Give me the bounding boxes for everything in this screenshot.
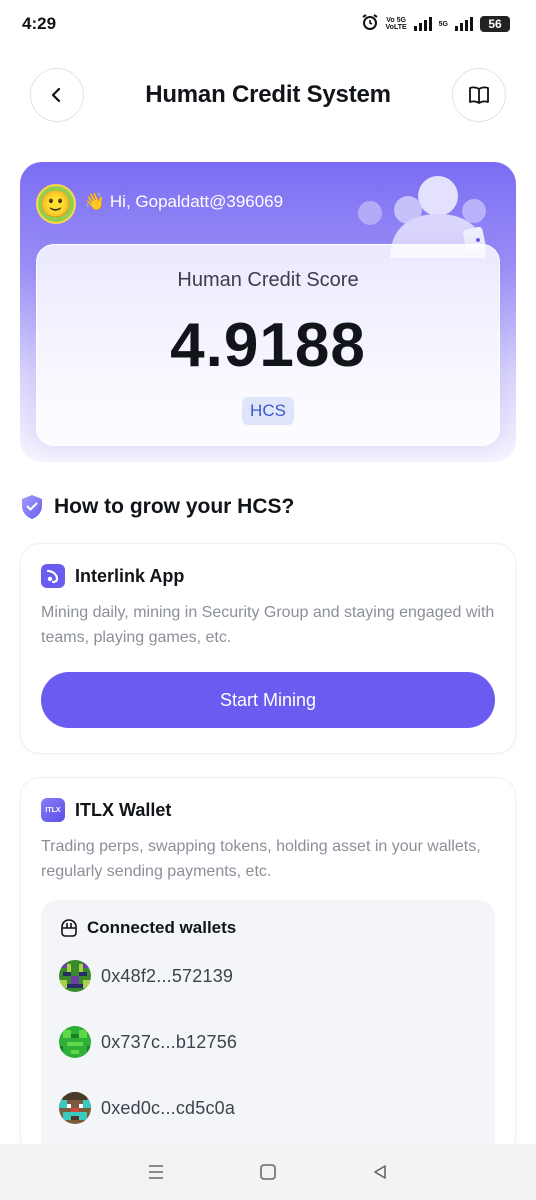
interlink-app-card: Interlink App Mining daily, mining in Se… (20, 543, 516, 754)
score-label: Human Credit Score (177, 269, 359, 291)
avatar[interactable]: 🙂 (36, 184, 76, 224)
menu-icon (149, 1165, 163, 1179)
battery-icon: 56 (480, 16, 510, 32)
itlx-wallet-card: ITLX ITLX Wallet Trading perps, swapping… (20, 777, 516, 1170)
guide-button[interactable] (451, 68, 506, 122)
connected-wallets-panel: Connected wallets 0x48f2...572139 0x737c… (41, 900, 495, 1170)
status-bar: 4:29 Vo 5G VoLTE 5G 56 (0, 0, 536, 48)
signal-icon-2 (455, 17, 473, 31)
wallet-icon (61, 919, 77, 937)
connected-wallets-title: Connected wallets (87, 918, 237, 937)
wallet-avatar-icon (59, 1092, 91, 1124)
square-home-icon (260, 1164, 276, 1180)
wallet-address: 0x48f2...572139 (101, 965, 234, 986)
wallet-address: 0xed0c...cd5c0a (101, 1097, 236, 1118)
wallet-avatar-icon (59, 1026, 91, 1058)
interlink-logo-icon (41, 564, 65, 588)
grow-heading: How to grow your HCS? (20, 494, 294, 520)
signal-icon (413, 17, 432, 31)
network-label: Vo 5G VoLTE (385, 17, 407, 31)
connected-wallets-header: Connected wallets (59, 918, 236, 938)
interlink-card-header: Interlink App (41, 564, 184, 588)
score-value: 4.9188 (170, 311, 366, 380)
page-title: Human Credit System (145, 81, 391, 108)
wallet-row[interactable]: 0x737c...b12756 (59, 1026, 237, 1058)
menu-button[interactable] (136, 1152, 176, 1192)
book-open-icon (469, 86, 489, 104)
score-card: Human Credit Score 4.9188 HCS (36, 244, 500, 446)
wallet-row[interactable]: 0x48f2...572139 (59, 960, 233, 992)
triangle-back-icon (374, 1165, 386, 1179)
interlink-card-description: Mining daily, mining in Security Group a… (41, 604, 495, 646)
wallet-card-title: ITLX Wallet (75, 799, 172, 820)
wallet-card-header: ITLX ITLX Wallet (41, 798, 171, 822)
back-button[interactable] (30, 68, 84, 122)
grow-heading-text: How to grow your HCS? (54, 495, 295, 518)
alarm-icon (361, 13, 379, 36)
interlink-card-title: Interlink App (75, 565, 185, 586)
shield-check-icon (22, 495, 42, 519)
home-button[interactable] (248, 1152, 288, 1192)
back-nav-button[interactable] (360, 1152, 400, 1192)
wallet-address: 0x737c...b12756 (101, 1031, 238, 1052)
wallet-avatar-icon (59, 960, 91, 992)
greeting-text: 👋 Hi, Gopaldatt@396069 (84, 192, 284, 211)
status-icons: Vo 5G VoLTE 5G 56 (361, 13, 510, 36)
wallet-row[interactable]: 0xed0c...cd5c0a (59, 1092, 235, 1124)
chevron-left-icon (51, 87, 61, 103)
start-mining-button[interactable]: Start Mining (41, 672, 495, 728)
network-5g-label: 5G (438, 20, 448, 28)
page-header: Human Credit System (30, 68, 506, 122)
wallet-card-description: Trading perps, swapping tokens, holding … (41, 838, 481, 880)
hero-card: 🙂 👋 Hi, Gopaldatt@396069 Human Credit Sc… (20, 162, 516, 462)
itlx-logo-icon: ITLX (41, 798, 65, 822)
status-time: 4:29 (22, 14, 57, 33)
system-nav-bar (0, 1144, 536, 1200)
score-unit-badge: HCS (242, 397, 294, 425)
